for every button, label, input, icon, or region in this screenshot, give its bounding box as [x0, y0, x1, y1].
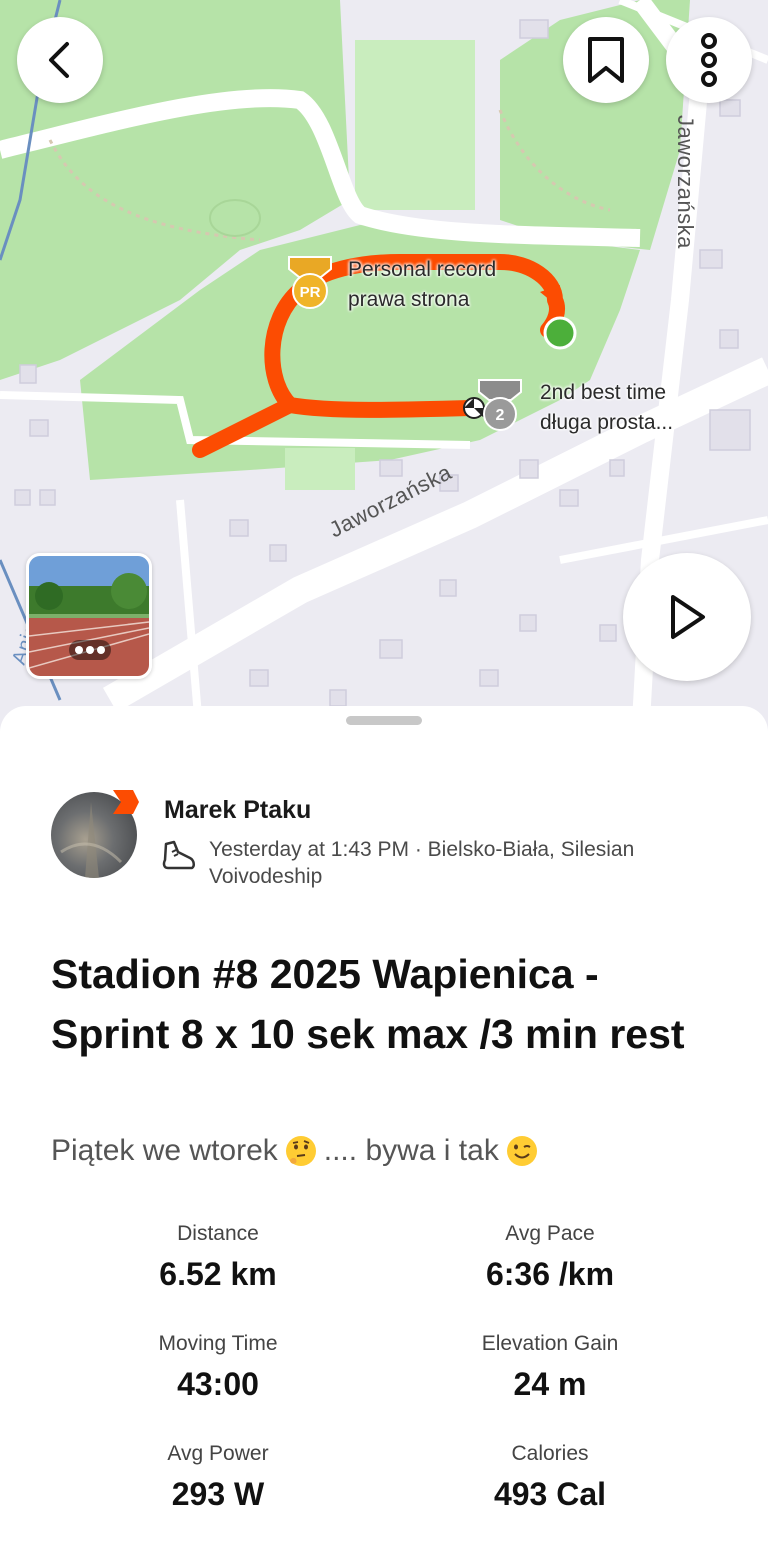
stat-avg-pace: Avg Pace 6:36 /km [385, 1222, 715, 1293]
stat-value: 24 m [513, 1366, 587, 1402]
strava-subscriber-badge-icon [113, 790, 139, 814]
description-text: Piątek we wtorek [51, 1134, 278, 1167]
athlete-avatar-container[interactable] [51, 790, 139, 878]
stat-moving-time: Moving Time 43:00 [53, 1332, 383, 1403]
stat-avg-power: Avg Power 293 W [53, 1442, 383, 1513]
stat-value: 43:00 [177, 1366, 259, 1402]
silver-medal-icon[interactable]: 2 [474, 378, 526, 434]
route-map[interactable]: PR 2 Personal record prawa strona 2nd be… [0, 0, 768, 740]
winking-face-icon [506, 1136, 537, 1166]
stat-label: Moving Time [158, 1332, 278, 1355]
activity-title: Stadion #8 2025 Wapienica - Sprint 8 x 1… [51, 951, 685, 1057]
bookmark-button[interactable] [563, 17, 649, 103]
stat-value: 293 W [171, 1476, 265, 1512]
bookmark-icon [588, 37, 624, 83]
stat-label: Calories [511, 1442, 589, 1465]
photo-pagination-dots [69, 640, 111, 660]
stat-value: 6.52 km [159, 1256, 277, 1292]
thinking-face-icon [285, 1136, 316, 1166]
play-icon [671, 595, 705, 639]
segment-title: Personal record [348, 258, 497, 281]
stat-distance: Distance 6.52 km [53, 1222, 383, 1293]
segment-label-second[interactable]: 2nd best time długa prosta... [540, 378, 673, 438]
back-button[interactable] [17, 17, 103, 103]
segment-name: prawa strona [348, 288, 470, 311]
segment-label-pr[interactable]: Personal record prawa strona [348, 255, 496, 315]
stat-elevation-gain: Elevation Gain 24 m [385, 1332, 715, 1403]
activity-photo-thumbnail[interactable] [26, 553, 152, 679]
activity-date-location: Yesterday at 1:43 PM · Bielsko-Biała, Si… [209, 838, 635, 888]
pr-medal-icon[interactable]: PR [283, 255, 337, 311]
stat-value: 493 Cal [493, 1476, 607, 1512]
more-options-button[interactable] [666, 17, 752, 103]
svg-text:2: 2 [496, 407, 505, 424]
stat-value: 6:36 /km [485, 1256, 615, 1292]
activity-details-sheet: Marek Ptaku Yesterday at 1:43 PM · Biels… [0, 706, 768, 1557]
more-vertical-icon [701, 33, 717, 87]
activity-description: Piątek we wtorek .... bywa i tak [51, 1134, 539, 1168]
stat-label: Elevation Gain [481, 1332, 619, 1355]
play-flyover-button[interactable] [623, 553, 751, 681]
running-shoe-icon [162, 840, 195, 870]
svg-text:PR: PR [300, 284, 321, 301]
stat-label: Distance [177, 1222, 259, 1245]
road-label: Jaworzańska [673, 115, 698, 249]
chevron-left-icon [49, 42, 69, 78]
sheet-drag-handle[interactable] [346, 716, 422, 725]
segment-title: 2nd best time [540, 381, 667, 404]
stat-label: Avg Pace [505, 1222, 595, 1245]
athlete-name[interactable]: Marek Ptaku [164, 796, 311, 825]
stat-calories: Calories 493 Cal [385, 1442, 715, 1513]
description-text: .... bywa i tak [323, 1134, 499, 1167]
segment-name: długa prosta... [540, 411, 674, 434]
stat-label: Avg Power [167, 1442, 269, 1465]
